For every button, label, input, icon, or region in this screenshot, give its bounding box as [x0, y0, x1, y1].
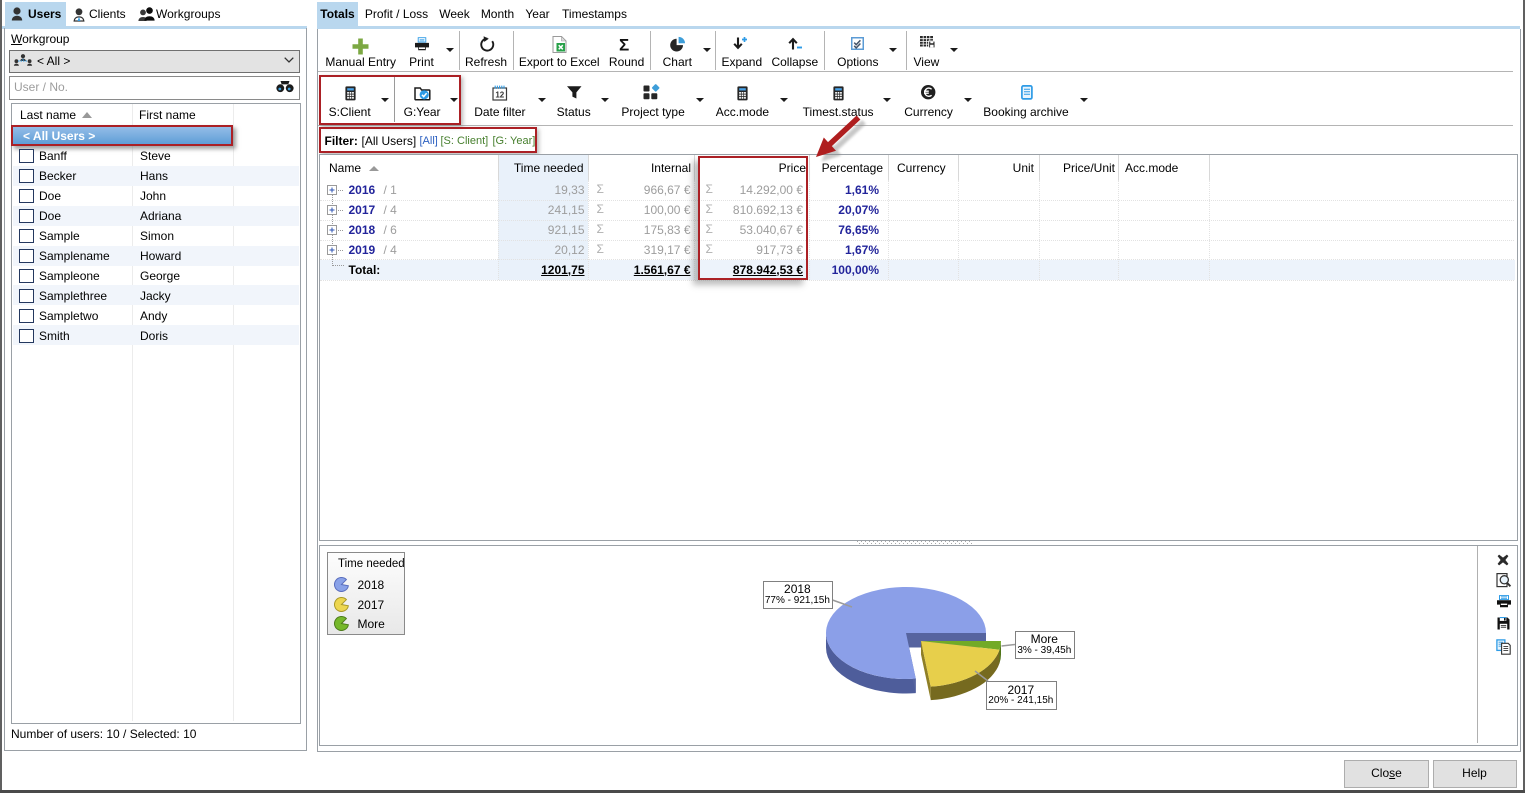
svg-text:Σ: Σ — [619, 36, 629, 53]
svg-text:12: 12 — [495, 90, 504, 99]
